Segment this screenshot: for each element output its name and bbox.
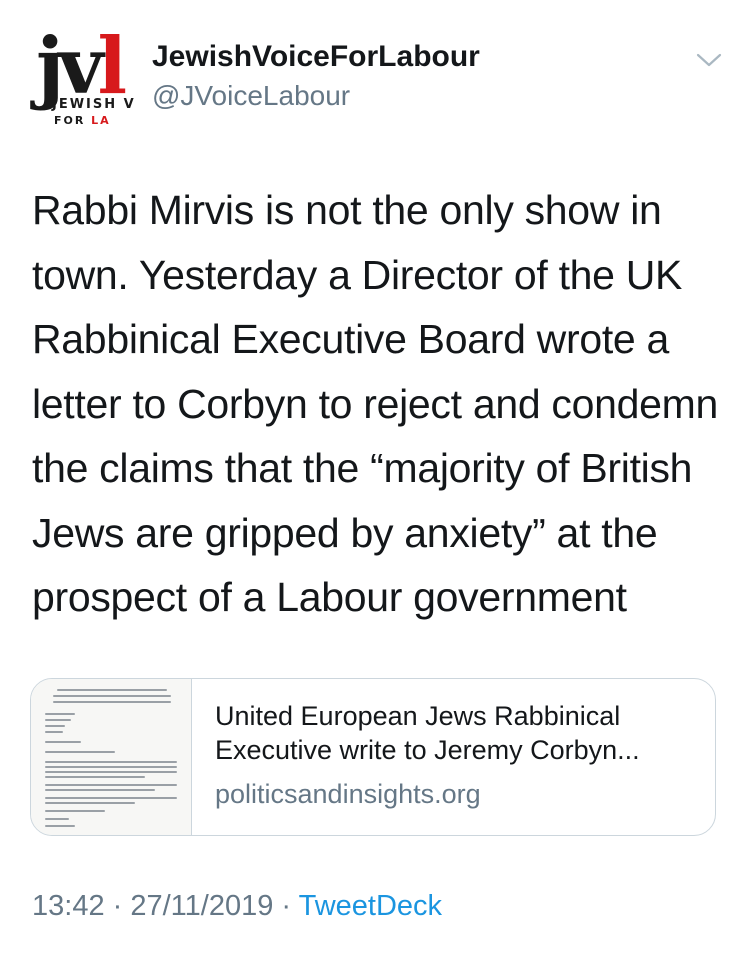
author-display-name[interactable]: JewishVoiceForLabour [152, 40, 480, 74]
link-card-title: United European Jews Rabbinical Executiv… [215, 699, 705, 767]
tweet-text-line: the claims that the “majority of British [32, 445, 693, 491]
chevron-down-icon[interactable] [694, 48, 724, 72]
link-card-title-line: Executive write to Jeremy Corbyn... [215, 735, 640, 765]
tweet-text-line: Rabbi Mirvis is not the only show in [32, 187, 662, 233]
avatar-logo-for-labour-text: FOR LA [54, 114, 111, 127]
tweet-text-line: Jews are gripped by anxiety” at the [32, 509, 658, 556]
tweet-text-line: town. Yesterday a Director of the UK [32, 251, 683, 298]
tweet-text-line: Rabbinical Executive Board wrote a [32, 316, 670, 362]
tweet-text: Rabbi Mirvis is not the only show in tow… [32, 178, 732, 630]
avatar[interactable]: jvl JEWISH V FOR LA [30, 34, 134, 138]
tweet-date[interactable]: 27/11/2019 [130, 890, 273, 922]
tweet-text-line: letter to Corbyn to reject and condemn [32, 380, 718, 427]
link-preview-card[interactable]: United European Jews Rabbinical Executiv… [30, 678, 716, 836]
author-handle[interactable]: @JVoiceLabour [152, 80, 350, 112]
letter-document-thumbnail [31, 679, 192, 835]
avatar-logo-jewish-text: JEWISH V [52, 97, 134, 112]
avatar-logo-letters: jvl [36, 34, 127, 112]
tweet-source-link[interactable]: TweetDeck [299, 890, 442, 922]
tweet-footer: 13:42 · 27/11/2019 · TweetDeck [32, 890, 442, 923]
tweet-text-line: prospect of a Labour government [32, 574, 627, 620]
footer-separator: · [104, 890, 131, 922]
tweet: jvl JEWISH V FOR LA JewishVoiceForLabour… [0, 0, 750, 956]
tweet-time[interactable]: 13:42 [32, 890, 105, 922]
footer-separator: · [273, 890, 299, 922]
link-card-title-line: United European Jews Rabbinical [215, 701, 621, 731]
link-card-domain: politicsandinsights.org [215, 779, 481, 809]
